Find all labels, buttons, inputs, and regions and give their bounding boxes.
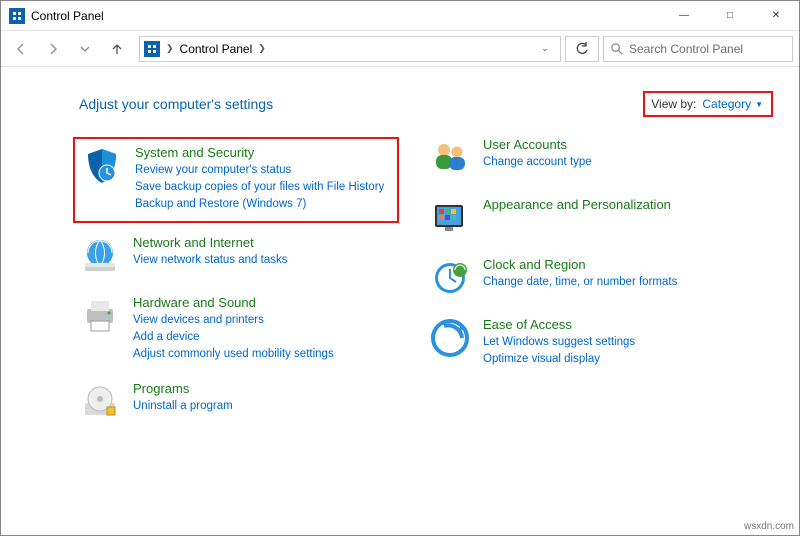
address-bar[interactable]: ❯ Control Panel ❯ ⌄ <box>139 36 561 62</box>
link-network-status[interactable]: View network status and tasks <box>133 252 287 269</box>
breadcrumb: Control Panel ❯ <box>180 42 266 56</box>
link-optimize-display[interactable]: Optimize visual display <box>483 351 635 368</box>
close-button[interactable]: ✕ <box>753 1 799 31</box>
link-file-history[interactable]: Save backup copies of your files with Fi… <box>135 179 384 196</box>
forward-button[interactable] <box>39 35 67 63</box>
left-column: System and Security Review your computer… <box>79 137 399 441</box>
right-column: User Accounts Change account type Appear… <box>429 137 749 441</box>
category-clock-region[interactable]: Clock and Region <box>483 257 677 272</box>
control-panel-icon <box>144 41 160 57</box>
content-area: Adjust your computer's settings View by:… <box>1 67 799 451</box>
navbar: ❯ Control Panel ❯ ⌄ Search Control Panel <box>1 31 799 67</box>
address-history-dropdown[interactable]: ⌄ <box>534 37 556 61</box>
globe-icon <box>79 235 121 277</box>
chevron-right-icon[interactable]: ❯ <box>166 43 174 54</box>
caret-down-icon: ▼ <box>755 100 763 109</box>
window-title: Control Panel <box>31 9 104 23</box>
ease-of-access-icon <box>429 317 471 359</box>
link-review-status[interactable]: Review your computer's status <box>135 162 384 179</box>
search-input[interactable]: Search Control Panel <box>603 36 793 62</box>
search-icon <box>610 42 623 55</box>
link-change-account-type[interactable]: Change account type <box>483 154 592 171</box>
control-panel-icon <box>9 8 25 24</box>
highlight-system-security: System and Security Review your computer… <box>73 137 399 223</box>
disc-icon <box>79 381 121 423</box>
watermark: wsxdn.com <box>744 521 794 532</box>
recent-locations-button[interactable] <box>71 35 99 63</box>
chevron-right-icon[interactable]: ❯ <box>258 43 266 54</box>
clock-icon <box>429 257 471 299</box>
minimize-button[interactable]: — <box>661 1 707 31</box>
category-hardware-sound[interactable]: Hardware and Sound <box>133 295 334 310</box>
refresh-button[interactable] <box>565 36 599 62</box>
category-ease-of-access[interactable]: Ease of Access <box>483 317 635 332</box>
printer-icon <box>79 295 121 337</box>
back-button[interactable] <box>7 35 35 63</box>
link-add-device[interactable]: Add a device <box>133 329 334 346</box>
view-by-value[interactable]: Category ▼ <box>702 97 763 111</box>
maximize-button[interactable]: □ <box>707 1 753 31</box>
link-devices-printers[interactable]: View devices and printers <box>133 312 334 329</box>
personalization-icon <box>429 197 471 239</box>
shield-icon <box>81 145 123 187</box>
category-user-accounts[interactable]: User Accounts <box>483 137 592 152</box>
users-icon <box>429 137 471 179</box>
page-heading: Adjust your computer's settings <box>79 96 273 112</box>
up-button[interactable] <box>103 35 131 63</box>
view-by-control[interactable]: View by: Category ▼ <box>643 91 773 117</box>
link-mobility-settings[interactable]: Adjust commonly used mobility settings <box>133 346 334 363</box>
link-uninstall-program[interactable]: Uninstall a program <box>133 398 233 415</box>
link-backup-restore[interactable]: Backup and Restore (Windows 7) <box>135 196 384 213</box>
category-system-security[interactable]: System and Security <box>135 145 384 160</box>
link-change-date-formats[interactable]: Change date, time, or number formats <box>483 274 677 291</box>
category-programs[interactable]: Programs <box>133 381 233 396</box>
breadcrumb-item[interactable]: Control Panel <box>180 42 253 56</box>
titlebar: Control Panel — □ ✕ <box>1 1 799 31</box>
link-windows-suggest[interactable]: Let Windows suggest settings <box>483 334 635 351</box>
category-appearance[interactable]: Appearance and Personalization <box>483 197 671 212</box>
category-network-internet[interactable]: Network and Internet <box>133 235 287 250</box>
view-by-label: View by: <box>651 97 696 111</box>
search-placeholder: Search Control Panel <box>629 42 743 56</box>
